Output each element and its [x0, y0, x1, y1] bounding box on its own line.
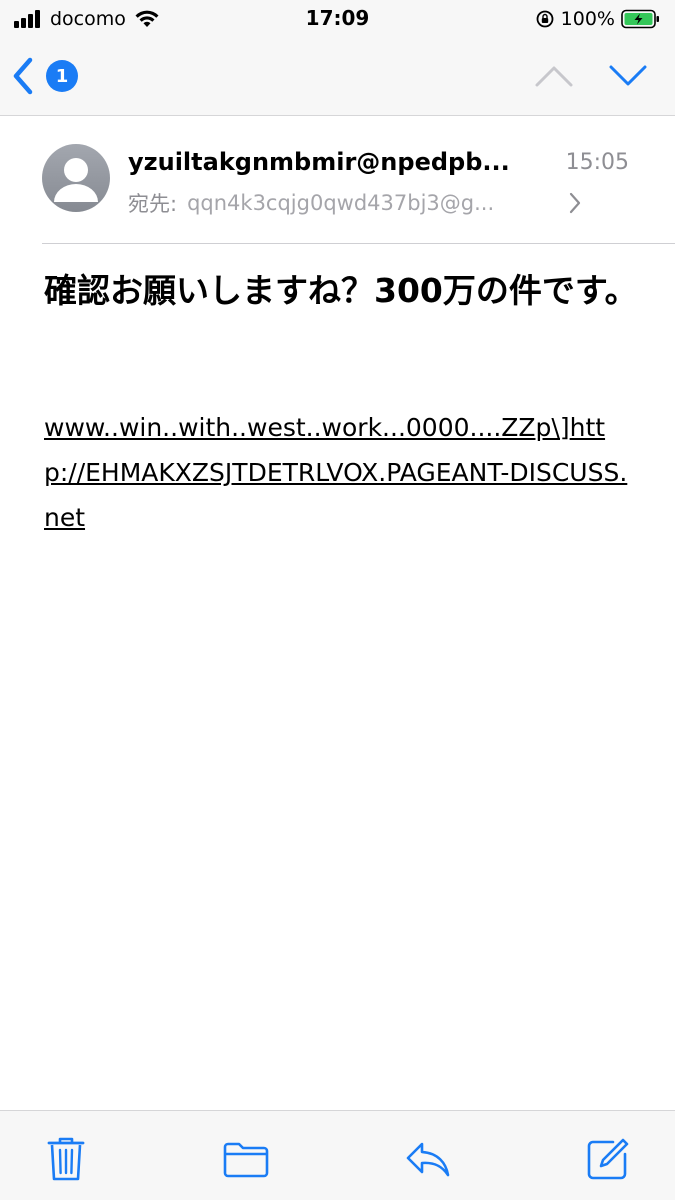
- chevron-left-icon: [13, 57, 33, 95]
- trash-button[interactable]: [42, 1135, 90, 1183]
- unread-count-badge: 1: [46, 60, 78, 92]
- recipient-row[interactable]: 宛先: qqn4k3cqjg0qwd437bj3@g...: [128, 188, 588, 218]
- next-message-button[interactable]: [608, 56, 648, 96]
- compose-icon: [587, 1138, 629, 1180]
- bottom-toolbar: [0, 1110, 675, 1200]
- recipient-address[interactable]: qqn4k3cqjg0qwd437bj3@g...: [187, 191, 557, 215]
- trash-icon: [47, 1137, 85, 1181]
- chevron-up-icon: [535, 66, 573, 87]
- compose-button[interactable]: [584, 1135, 632, 1183]
- message-time: 15:05: [565, 150, 629, 175]
- reply-icon: [406, 1142, 450, 1177]
- message-header: yzuiltakgnmbmir@npedpb... 15:05 宛先: qqn4…: [0, 118, 675, 244]
- recipient-label: 宛先:: [128, 192, 178, 216]
- previous-message-button[interactable]: [534, 56, 574, 96]
- back-button[interactable]: 1: [10, 54, 78, 98]
- sender-avatar: [42, 144, 110, 212]
- status-bar: docomo 17:09 100%: [0, 0, 675, 40]
- chevron-down-icon: [609, 65, 647, 86]
- header-divider: [42, 243, 675, 244]
- chevron-right-icon[interactable]: [566, 190, 584, 216]
- message-body: www..win..with..west..work...0000....ZZp…: [44, 405, 634, 540]
- message-subject: 確認お願いしますね？300万の件です。: [44, 271, 638, 310]
- body-prefix-text[interactable]: www..win..with..west..work...0000....ZZp…: [44, 413, 570, 442]
- status-right: 100%: [535, 6, 661, 32]
- person-icon: [54, 158, 98, 202]
- navigation-bar: 1: [0, 44, 675, 108]
- battery-charging-icon: [621, 9, 659, 29]
- move-to-folder-button[interactable]: [222, 1135, 270, 1183]
- sender-address[interactable]: yzuiltakgnmbmir@npedpb...: [128, 148, 538, 176]
- folder-icon: [223, 1142, 269, 1178]
- reply-button[interactable]: [404, 1135, 452, 1183]
- battery-percent: 100%: [560, 8, 615, 30]
- orientation-lock-icon: [536, 10, 554, 28]
